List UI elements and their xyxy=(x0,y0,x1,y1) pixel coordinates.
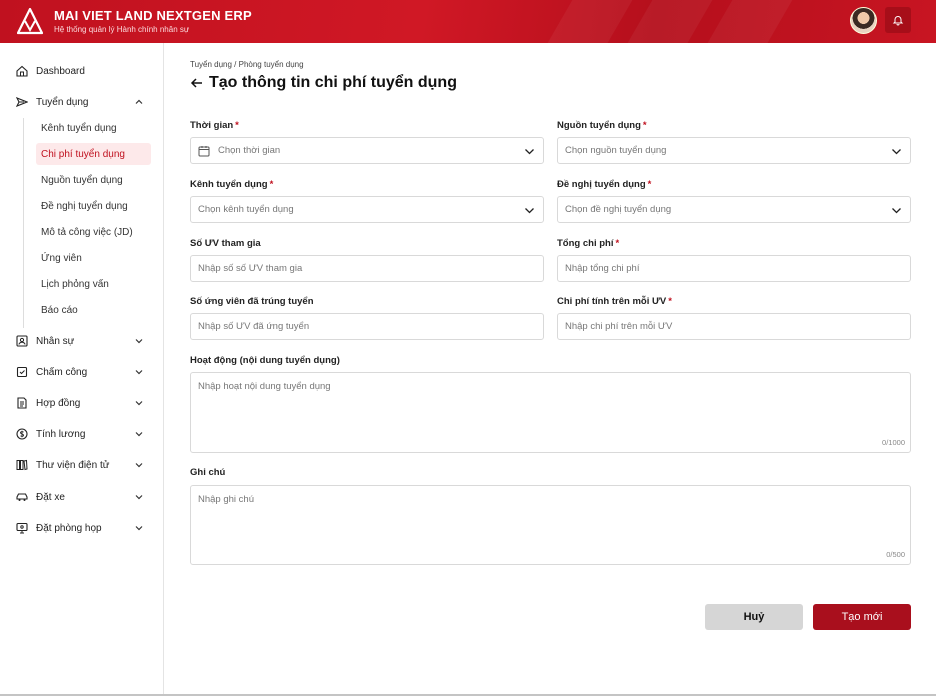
note-textarea[interactable]: Nhập ghi chú 0/500 xyxy=(190,485,911,565)
sidebar-item-recruitment[interactable]: Tuyển dụng xyxy=(0,91,164,113)
candidates-placeholder: Nhập số số ƯV tham gia xyxy=(198,263,303,274)
total-cost-placeholder: Nhập tổng chi phí xyxy=(565,263,640,274)
channel-label: Kênh tuyển dụng * xyxy=(190,179,274,190)
dollar-icon xyxy=(16,428,28,440)
chevron-down-icon[interactable] xyxy=(134,460,144,470)
sidebar-subitem-report[interactable]: Báo cáo xyxy=(36,299,151,321)
note-char-counter: 0/500 xyxy=(886,550,905,559)
chevron-down-icon xyxy=(892,149,901,155)
chevron-down-icon[interactable] xyxy=(134,429,144,439)
user-avatar[interactable] xyxy=(850,7,877,34)
document-icon xyxy=(17,397,27,409)
hired-label: Số ứng viên đã trúng tuyển xyxy=(190,296,314,307)
sidebar-item-attendance[interactable]: Chấm công xyxy=(0,361,164,383)
top-header: MAI VIET LAND NEXTGEN ERP Hệ thống quản … xyxy=(0,0,936,43)
chevron-up-icon[interactable] xyxy=(134,97,144,107)
header-decoration xyxy=(547,0,633,43)
back-arrow-icon[interactable] xyxy=(190,76,204,90)
source-label: Nguồn tuyển dụng * xyxy=(557,120,647,131)
proposal-placeholder: Chọn đề nghị tuyển dụng xyxy=(565,204,672,215)
cost-per-candidate-label: Chi phí tính trên mỗi ƯV * xyxy=(557,296,672,307)
calendar-icon xyxy=(198,145,210,156)
sidebar-item-dashboard[interactable]: Dashboard xyxy=(0,60,164,82)
submenu-guide-line xyxy=(23,118,24,328)
proposal-select[interactable]: Chọn đề nghị tuyển dụng xyxy=(557,196,911,223)
breadcrumb[interactable]: Tuyển dụng / Phòng tuyển dụng xyxy=(190,60,304,69)
chevron-down-icon[interactable] xyxy=(134,336,144,346)
sidebar-item-label: Nhân sự xyxy=(36,335,75,347)
sidebar-subitem-jd[interactable]: Mô tả công việc (JD) xyxy=(36,221,151,243)
sidebar-item-meeting-room[interactable]: Đặt phòng họp xyxy=(0,517,164,539)
sidebar-item-label: Tính lương xyxy=(36,428,86,440)
chevron-down-icon xyxy=(525,149,534,155)
channel-select[interactable]: Chọn kênh tuyển dụng xyxy=(190,196,544,223)
brand-title: MAI VIET LAND NEXTGEN ERP xyxy=(54,8,252,23)
activity-char-counter: 0/1000 xyxy=(882,438,905,447)
activity-textarea[interactable]: Nhập hoạt nội dung tuyển dụng 0/1000 xyxy=(190,372,911,453)
sidebar-item-contract[interactable]: Hợp đồng xyxy=(0,392,164,414)
candidates-input[interactable]: Nhập số số ƯV tham gia xyxy=(190,255,544,282)
home-icon xyxy=(16,65,28,77)
cancel-button[interactable]: Huỷ xyxy=(705,604,803,630)
sidebar-item-label: Thư viện điện tử xyxy=(36,459,110,471)
sidebar-item-label: Hợp đồng xyxy=(36,397,81,409)
cost-per-candidate-input[interactable]: Nhập chi phí trên mỗi ƯV xyxy=(557,313,911,340)
total-cost-label: Tổng chi phí * xyxy=(557,238,620,249)
sidebar-item-payroll[interactable]: Tính lương xyxy=(0,423,164,445)
sidebar-item-label: Đặt phòng họp xyxy=(36,522,102,534)
time-picker[interactable]: Chọn thời gian xyxy=(190,137,544,164)
sidebar-item-label: Đặt xe xyxy=(36,491,65,503)
sidebar-item-car-booking[interactable]: Đặt xe xyxy=(0,486,164,508)
sidebar-subitem-interview[interactable]: Lịch phỏng vấn xyxy=(36,273,151,295)
sidebar: Dashboard Tuyển dụng Kênh tuyển dụng Chi… xyxy=(0,43,164,696)
chevron-down-icon[interactable] xyxy=(134,523,144,533)
channel-placeholder: Chọn kênh tuyển dụng xyxy=(198,204,294,215)
sidebar-item-library[interactable]: Thư viện điện tử xyxy=(0,454,164,476)
chevron-down-icon xyxy=(892,208,901,214)
activity-placeholder: Nhập hoạt nội dung tuyển dụng xyxy=(198,381,331,392)
chevron-down-icon[interactable] xyxy=(134,398,144,408)
create-button[interactable]: Tạo mới xyxy=(813,604,911,630)
proposal-label: Đề nghị tuyển dụng * xyxy=(557,179,652,190)
chevron-down-icon xyxy=(525,208,534,214)
sidebar-item-hr[interactable]: Nhân sự xyxy=(0,330,164,352)
time-placeholder: Chọn thời gian xyxy=(218,145,281,156)
sidebar-subitem-cost[interactable]: Chi phí tuyển dụng xyxy=(36,143,151,165)
id-card-icon xyxy=(16,335,28,347)
bell-icon xyxy=(892,16,904,26)
source-placeholder: Chọn nguồn tuyển dụng xyxy=(565,145,667,156)
note-label: Ghi chú xyxy=(190,467,226,478)
hired-placeholder: Nhập số ƯV đã ứng tuyển xyxy=(198,321,310,332)
page-title: Tạo thông tin chi phí tuyển dụng xyxy=(190,74,457,92)
candidates-label: Số ƯV tham gia xyxy=(190,238,261,249)
library-icon xyxy=(16,459,28,471)
time-label: Thời gian * xyxy=(190,120,239,131)
meeting-room-icon xyxy=(16,522,28,534)
car-icon xyxy=(16,493,28,501)
send-icon xyxy=(16,97,28,107)
sidebar-subitem-proposal[interactable]: Đề nghị tuyển dụng xyxy=(36,195,151,217)
notification-button[interactable] xyxy=(885,7,911,33)
sidebar-subitem-channel[interactable]: Kênh tuyển dụng xyxy=(36,117,151,139)
brand-subtitle: Hệ thống quản lý Hành chính nhân sự xyxy=(54,25,190,34)
brand-logo-icon[interactable] xyxy=(17,8,43,35)
hired-input[interactable]: Nhập số ƯV đã ứng tuyển xyxy=(190,313,544,340)
sidebar-item-label: Tuyển dụng xyxy=(36,96,89,108)
header-decoration xyxy=(707,0,793,43)
chevron-down-icon[interactable] xyxy=(134,367,144,377)
timesheet-icon xyxy=(16,366,28,378)
sidebar-item-label: Dashboard xyxy=(36,65,85,77)
sidebar-subitem-candidates[interactable]: Ứng viên xyxy=(36,247,151,269)
total-cost-input[interactable]: Nhập tổng chi phí xyxy=(557,255,911,282)
chevron-down-icon[interactable] xyxy=(134,492,144,502)
page-title-text: Tạo thông tin chi phí tuyển dụng xyxy=(209,74,457,91)
note-placeholder: Nhập ghi chú xyxy=(198,494,254,505)
sidebar-subitem-source[interactable]: Nguồn tuyển dụng xyxy=(36,169,151,191)
header-decoration xyxy=(627,0,713,43)
sidebar-item-label: Chấm công xyxy=(36,366,88,378)
source-select[interactable]: Chọn nguồn tuyển dụng xyxy=(557,137,911,164)
cost-per-candidate-placeholder: Nhập chi phí trên mỗi ƯV xyxy=(565,321,673,332)
activity-label: Hoạt động (nội dung tuyển dụng) xyxy=(190,355,340,366)
